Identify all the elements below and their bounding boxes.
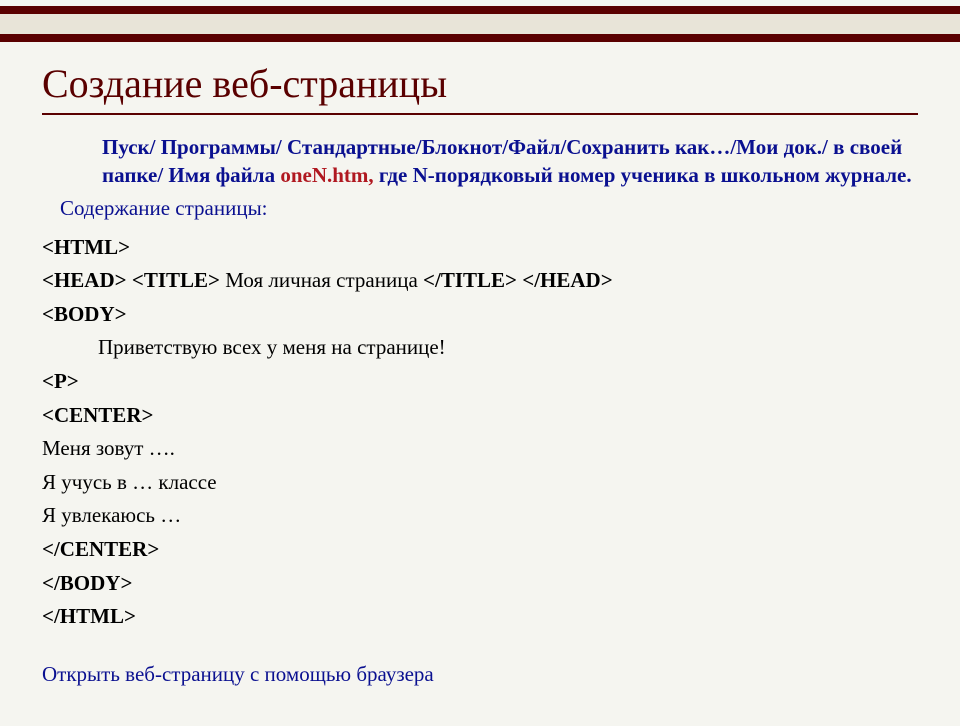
line-hobby: Я увлекаюсь … [42,503,181,527]
html-close-tag: </HTML> [42,604,136,628]
code-line: </BODY> [42,567,918,601]
code-block: <HTML> <HEAD> <TITLE> Моя личная страниц… [42,231,918,634]
header-stripe-light [0,14,960,34]
content-subhead: Содержание страницы: [60,196,918,221]
code-line: Я учусь в … классе [42,466,918,500]
title-text: Моя личная страница [225,268,423,292]
center-open-tag: <CENTER> [42,403,153,427]
title-open-tag: <TITLE> [132,268,220,292]
greeting-text: Приветствую всех у меня на странице! [98,335,446,359]
code-line: Приветствую всех у меня на странице! [42,331,918,365]
code-line: </CENTER> [42,533,918,567]
code-line: <P> [42,365,918,399]
code-line: </HTML> [42,600,918,634]
title-close-tag: </TITLE> [423,268,517,292]
center-close-tag: </CENTER> [42,537,159,561]
code-line: <HTML> [42,231,918,265]
html-open-tag: <HTML> [42,235,130,259]
head-close-tag: </HEAD> [522,268,612,292]
title-rule [42,113,918,115]
slide-content: Создание веб-страницы Пуск/ Программы/ С… [0,42,960,687]
intro-suffix: где N-порядковый номер ученика в школьно… [374,163,912,187]
body-close-tag: </BODY> [42,571,132,595]
code-line: Я увлекаюсь … [42,499,918,533]
code-line: <CENTER> [42,399,918,433]
footer-instruction: Открыть веб-страницу с помощью браузера [42,662,918,687]
head-open-tag: <HEAD> [42,268,127,292]
p-tag: <P> [42,369,79,393]
code-line: Меня зовут …. [42,432,918,466]
intro-filename: oneN.htm, [280,163,373,187]
code-line: <HEAD> <TITLE> Моя личная страница </TIT… [42,264,918,298]
line-study: Я учусь в … классе [42,470,217,494]
intro-paragraph: Пуск/ Программы/ Стандартные/Блокнот/Фай… [102,133,918,190]
header-stripe-top [0,6,960,14]
body-open-tag: <BODY> [42,302,127,326]
page-title: Создание веб-страницы [42,60,918,107]
header-stripe-bottom [0,34,960,42]
code-line: <BODY> [42,298,918,332]
line-name: Меня зовут …. [42,436,175,460]
